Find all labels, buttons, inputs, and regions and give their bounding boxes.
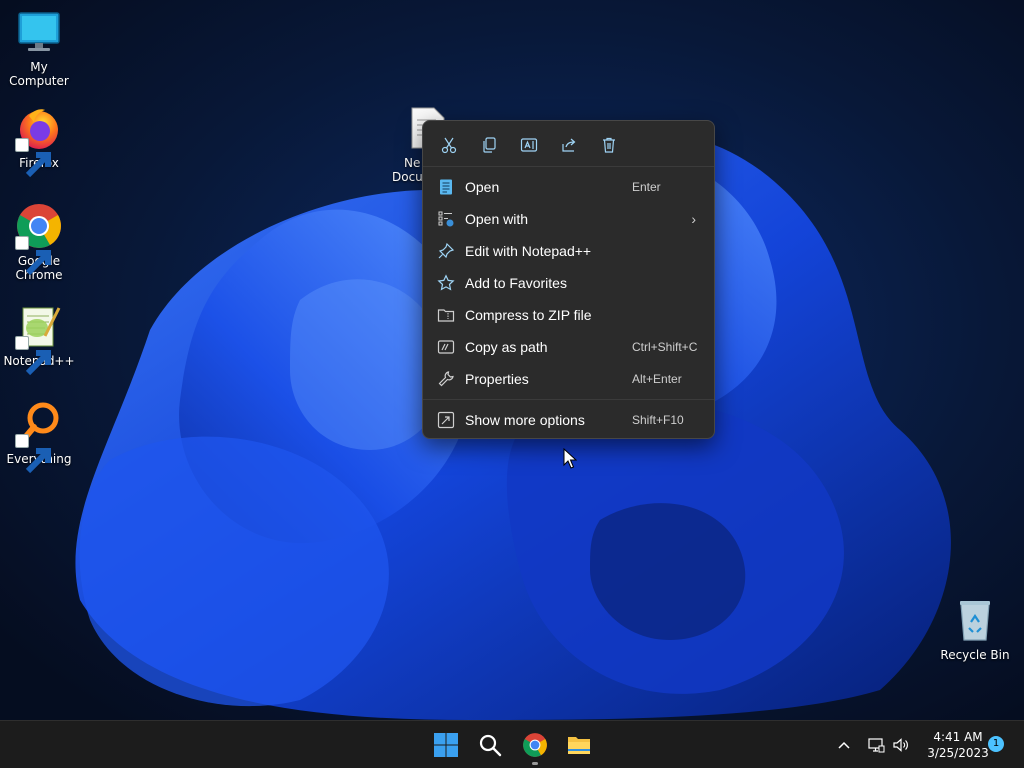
- pin-icon: [438, 242, 455, 259]
- menu-item-open-with[interactable]: Open with ›: [423, 203, 714, 235]
- menu-item-add-to-favorites[interactable]: Add to Favorites: [423, 267, 714, 299]
- rename-button[interactable]: [515, 133, 543, 157]
- copy-path-icon: [437, 340, 455, 354]
- menu-item-properties[interactable]: Properties Alt+Enter: [423, 363, 714, 395]
- menu-item-label: Edit with Notepad++: [465, 243, 592, 259]
- quick-actions-bar: [423, 121, 714, 167]
- star-icon: [437, 274, 455, 291]
- menu-item-shortcut: Shift+F10: [632, 413, 684, 427]
- menu-item-label: Show more options: [465, 412, 585, 428]
- mouse-cursor-icon: [563, 448, 577, 469]
- volume-icon: [893, 738, 908, 752]
- menu-item-label: Open: [465, 179, 500, 195]
- recycle-bin-icon: [960, 601, 990, 641]
- menu-items: Open Enter Open with › Edit with Notepad…: [423, 167, 714, 436]
- taskbar-file-explorer-button[interactable]: [563, 729, 595, 761]
- notification-badge[interactable]: 1: [988, 736, 1004, 752]
- chevron-right-icon: ›: [691, 211, 696, 227]
- taskbar-chrome-button[interactable]: [519, 729, 551, 761]
- menu-item-label: Copy as path: [465, 339, 548, 355]
- menu-item-show-more-options[interactable]: Show more options Shift+F10: [423, 404, 714, 436]
- share-icon: [562, 138, 576, 152]
- shortcut-arrow-icon: [15, 336, 51, 376]
- menu-item-label: Properties: [465, 371, 529, 387]
- desktop-icon-my-computer[interactable]: My Computer: [0, 8, 78, 88]
- desktop-icon-label: Recycle Bin: [940, 648, 1010, 662]
- shortcut-arrow-icon: [15, 434, 51, 474]
- active-app-indicator: [532, 762, 538, 765]
- zip-folder-icon: [437, 309, 455, 322]
- cut-icon: [441, 137, 457, 154]
- menu-item-shortcut: Alt+Enter: [632, 372, 682, 386]
- network-button[interactable]: [866, 735, 886, 755]
- shortcut-arrow-icon: [15, 236, 51, 276]
- more-options-icon: [437, 411, 455, 429]
- menu-separator: [423, 399, 714, 400]
- share-button[interactable]: [555, 133, 583, 157]
- chrome-icon: [523, 733, 547, 757]
- clock-date: 3/25/2023: [927, 746, 989, 760]
- menu-item-shortcut: Ctrl+Shift+C: [632, 340, 698, 354]
- menu-item-label: Compress to ZIP file: [465, 307, 592, 323]
- desktop-icon-everything[interactable]: Everything: [0, 400, 78, 474]
- copy-button[interactable]: [475, 133, 503, 157]
- file-explorer-icon: [568, 737, 590, 754]
- shortcut-arrow-icon: [15, 138, 51, 178]
- network-icon: [868, 738, 885, 753]
- start-button[interactable]: [430, 729, 462, 761]
- open-with-icon: [438, 211, 454, 227]
- context-menu: Open Enter Open with › Edit with Notepad…: [422, 120, 715, 439]
- copy-icon: [483, 137, 496, 153]
- desktop-icon-notepadpp[interactable]: Notepad++: [0, 302, 78, 376]
- chevron-up-icon: [838, 741, 850, 749]
- clock-time: 4:41 AM: [933, 730, 983, 744]
- system-clock[interactable]: 4:41 AM 3/25/2023: [918, 729, 998, 761]
- delete-icon: [603, 137, 615, 153]
- rename-icon: [520, 138, 538, 152]
- menu-item-label: Open with: [465, 211, 529, 227]
- menu-item-shortcut: Enter: [632, 180, 661, 194]
- menu-item-compress-to-zip[interactable]: Compress to ZIP file: [423, 299, 714, 331]
- monitor-icon: [18, 12, 60, 51]
- start-icon: [434, 733, 458, 757]
- desktop-icon-label: My Computer: [9, 60, 69, 88]
- taskbar: 4:41 AM 3/25/2023: [0, 720, 1024, 768]
- menu-item-label: Add to Favorites: [465, 275, 567, 291]
- search-icon: [479, 734, 502, 757]
- volume-button[interactable]: [891, 735, 911, 755]
- search-button[interactable]: [474, 729, 506, 761]
- delete-button[interactable]: [595, 133, 623, 157]
- menu-item-copy-as-path[interactable]: Copy as path Ctrl+Shift+C: [423, 331, 714, 363]
- desktop-icon-recycle-bin[interactable]: Recycle Bin: [936, 596, 1014, 662]
- tray-overflow-button[interactable]: [834, 735, 854, 755]
- menu-item-open[interactable]: Open Enter: [423, 171, 714, 203]
- desktop-icon-firefox[interactable]: Firefox: [0, 104, 78, 178]
- desktop-icon-google-chrome[interactable]: Google Chrome: [0, 202, 78, 282]
- menu-item-edit-with-notepadpp[interactable]: Edit with Notepad++: [423, 235, 714, 267]
- wrench-icon: [438, 371, 454, 387]
- notepad-file-icon: [440, 179, 452, 195]
- cut-button[interactable]: [435, 133, 463, 157]
